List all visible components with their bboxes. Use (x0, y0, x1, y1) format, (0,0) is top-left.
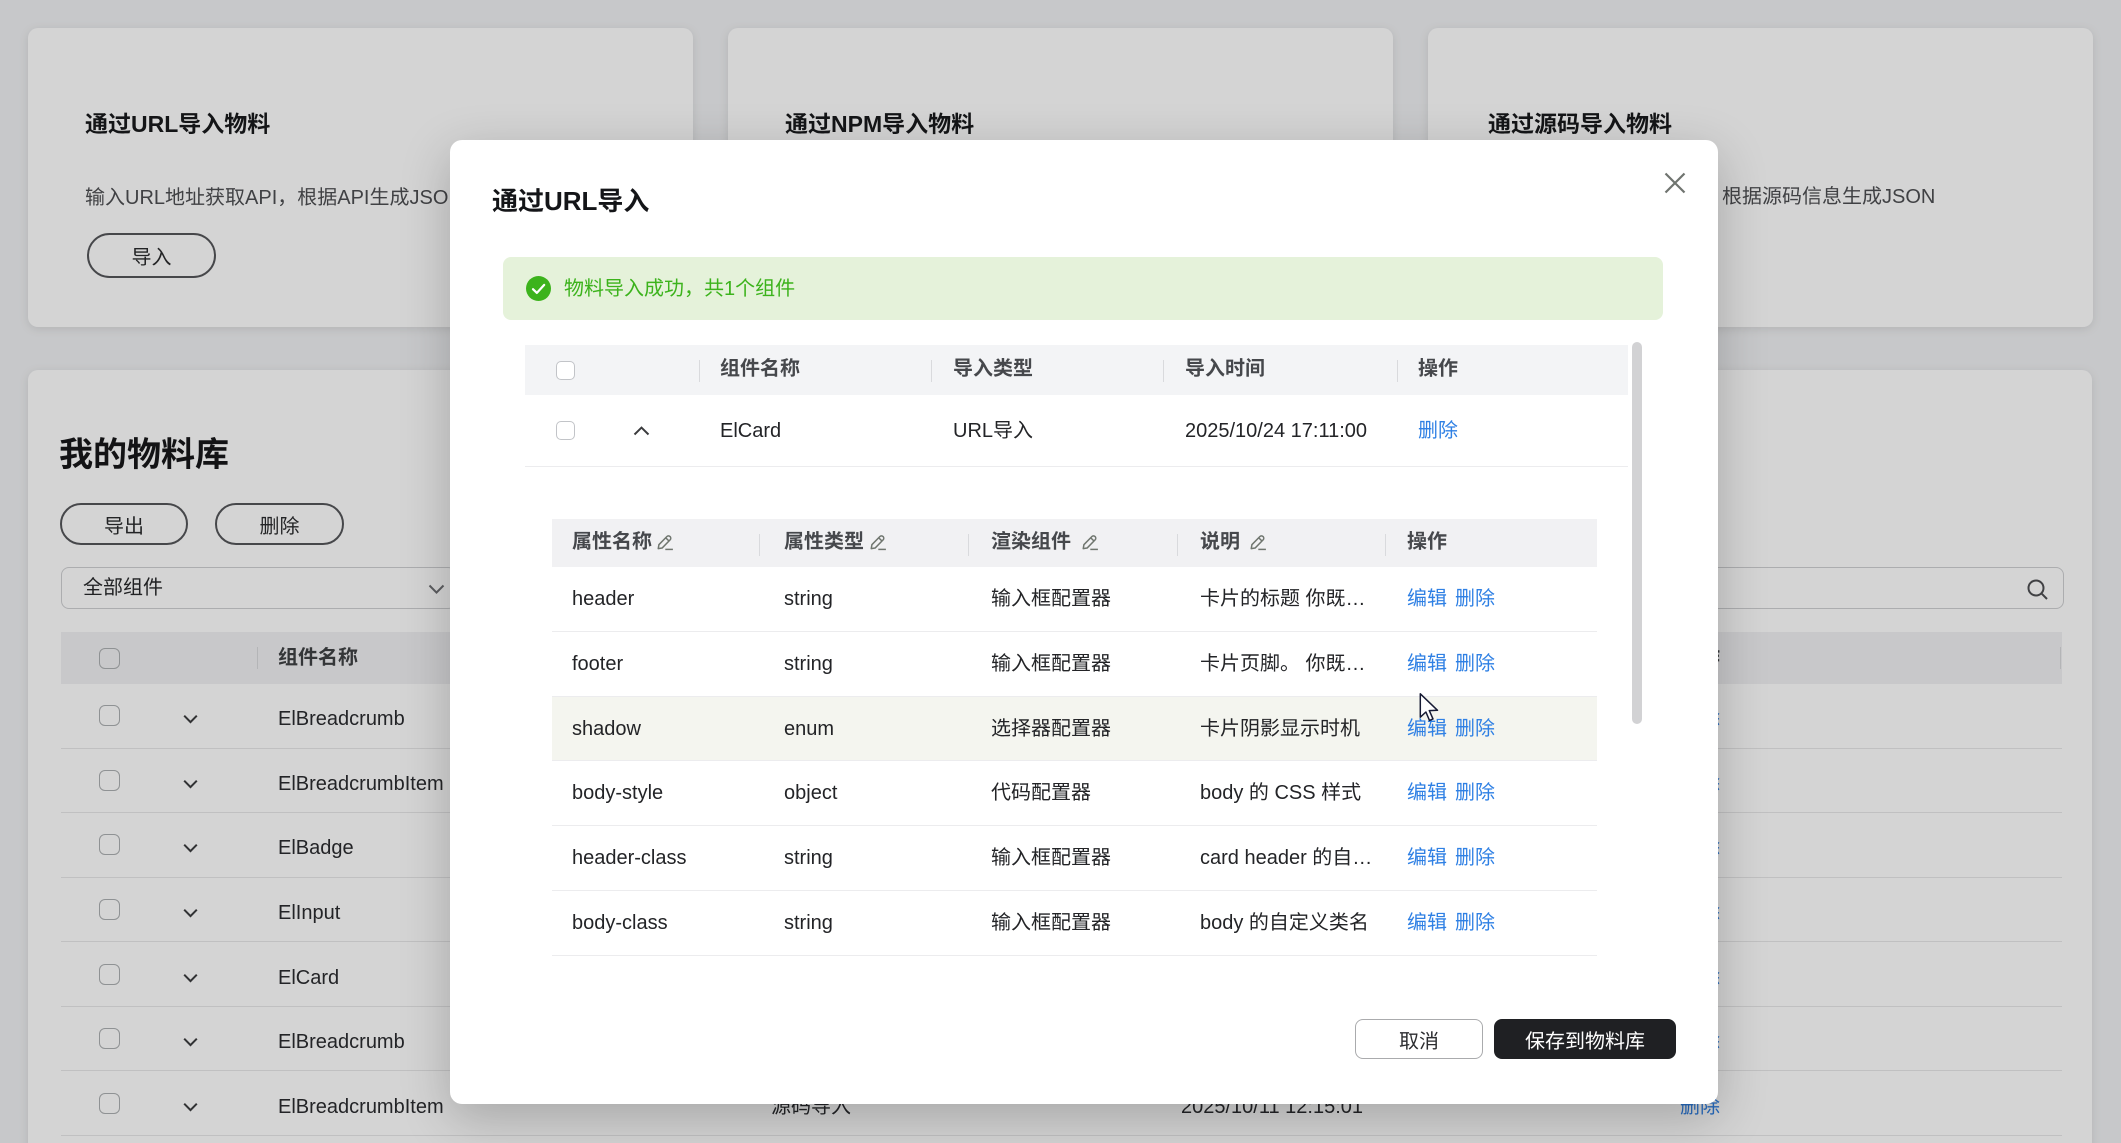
prop-name: body-class (572, 913, 668, 933)
imported-components-table: 组件名称 导入类型 导入时间 操作 ElCard URL导入 2025/10/2… (525, 345, 1628, 467)
column-divider (931, 360, 932, 382)
import-url-dialog: 通过URL导入 物料导入成功，共1个组件 组件名称 导入类型 导入时间 操作 E… (450, 140, 1718, 1104)
column-divider (1163, 360, 1164, 382)
alert-message: 物料导入成功，共1个组件 (564, 279, 795, 299)
edit-column-icon[interactable] (1249, 533, 1267, 551)
edit-column-icon[interactable] (869, 533, 887, 551)
property-row: footer string 输入框配置器 卡片页脚。 你既… 编辑 删除 (552, 632, 1597, 697)
property-row: shadow enum 选择器配置器 卡片阴影显示时机 编辑 删除 (552, 697, 1597, 762)
column-header-time: 导入时间 (1185, 359, 1265, 379)
column-header-type: 导入类型 (953, 359, 1033, 379)
delete-link[interactable]: 删除 (1455, 913, 1495, 933)
prop-type: string (784, 848, 833, 868)
edit-link[interactable]: 编辑 (1407, 783, 1447, 803)
column-divider (1397, 360, 1398, 382)
prop-renderer: 输入框配置器 (991, 848, 1111, 868)
property-row: body-style object 代码配置器 body 的 CSS 样式 编辑… (552, 761, 1597, 826)
edit-column-icon[interactable] (1081, 533, 1099, 551)
row-checkbox[interactable] (556, 421, 575, 440)
edit-column-icon[interactable] (656, 533, 674, 551)
prop-type: string (784, 654, 833, 674)
prop-renderer: 输入框配置器 (991, 913, 1111, 933)
prop-renderer: 输入框配置器 (991, 654, 1111, 674)
property-row: header string 输入框配置器 卡片的标题 你既… 编辑 删除 (552, 567, 1597, 632)
edit-link[interactable]: 编辑 (1407, 654, 1447, 674)
prop-desc: 卡片阴影显示时机 (1200, 719, 1360, 739)
column-divider (1385, 534, 1386, 556)
cancel-button[interactable]: 取消 (1355, 1019, 1483, 1059)
collapse-caret-icon[interactable] (633, 426, 650, 436)
prop-name: body-style (572, 783, 663, 803)
delete-link[interactable]: 删除 (1418, 421, 1458, 441)
prop-desc: body 的自定义类名 (1200, 913, 1369, 933)
column-divider (968, 534, 969, 556)
import-type: URL导入 (953, 421, 1033, 441)
edit-link[interactable]: 编辑 (1407, 589, 1447, 609)
column-divider (759, 534, 760, 556)
dialog-title: 通过URL导入 (492, 188, 649, 214)
prop-desc: card header 的自… (1200, 848, 1372, 868)
import-time: 2025/10/24 17:11:00 (1185, 421, 1367, 441)
prop-name: footer (572, 654, 623, 674)
prop-desc: 卡片的标题 你既… (1200, 589, 1366, 609)
save-to-library-button[interactable]: 保存到物料库 (1494, 1019, 1676, 1059)
mouse-cursor (1419, 693, 1439, 722)
prop-renderer: 代码配置器 (991, 783, 1091, 803)
prop-type: enum (784, 719, 834, 739)
select-all-checkbox[interactable] (556, 361, 575, 380)
delete-link[interactable]: 删除 (1455, 589, 1495, 609)
component-row: ElCard URL导入 2025/10/24 17:11:00 删除 (525, 395, 1628, 467)
success-check-icon (526, 276, 551, 301)
property-row: header-class string 输入框配置器 card header 的… (552, 826, 1597, 891)
delete-link[interactable]: 删除 (1455, 719, 1495, 739)
column-header-prop-name: 属性名称 (572, 532, 652, 552)
prop-renderer: 选择器配置器 (991, 719, 1111, 739)
close-icon[interactable] (1663, 171, 1687, 195)
prop-type: object (784, 783, 837, 803)
column-header-name: 组件名称 (720, 359, 800, 379)
scrollbar-thumb[interactable] (1632, 342, 1642, 724)
column-header-renderer: 渲染组件 (991, 532, 1071, 552)
prop-renderer: 输入框配置器 (991, 589, 1111, 609)
edit-link[interactable]: 编辑 (1407, 848, 1447, 868)
prop-type: string (784, 913, 833, 933)
column-divider (1177, 534, 1178, 556)
prop-type: string (784, 589, 833, 609)
prop-desc: 卡片页脚。 你既… (1200, 654, 1366, 674)
column-header-action: 操作 (1407, 532, 1447, 552)
column-header-action: 操作 (1418, 359, 1458, 379)
prop-name: header-class (572, 848, 687, 868)
prop-desc: body 的 CSS 样式 (1200, 783, 1361, 803)
delete-link[interactable]: 删除 (1455, 654, 1495, 674)
components-table-header: 组件名称 导入类型 导入时间 操作 (525, 345, 1628, 395)
edit-link[interactable]: 编辑 (1407, 913, 1447, 933)
success-alert: 物料导入成功，共1个组件 (503, 257, 1663, 320)
property-row: body-class string 输入框配置器 body 的自定义类名 编辑 … (552, 891, 1597, 956)
properties-table: 属性名称 属性类型 渲染组件 说明 操作 header string 输入框配置… (552, 519, 1597, 956)
prop-name: header (572, 589, 634, 609)
delete-link[interactable]: 删除 (1455, 848, 1495, 868)
delete-link[interactable]: 删除 (1455, 783, 1495, 803)
component-name: ElCard (720, 421, 781, 441)
properties-table-header: 属性名称 属性类型 渲染组件 说明 操作 (552, 519, 1597, 567)
prop-name: shadow (572, 719, 641, 739)
column-header-prop-type: 属性类型 (784, 532, 864, 552)
column-header-desc: 说明 (1200, 532, 1240, 552)
column-divider (699, 360, 700, 382)
